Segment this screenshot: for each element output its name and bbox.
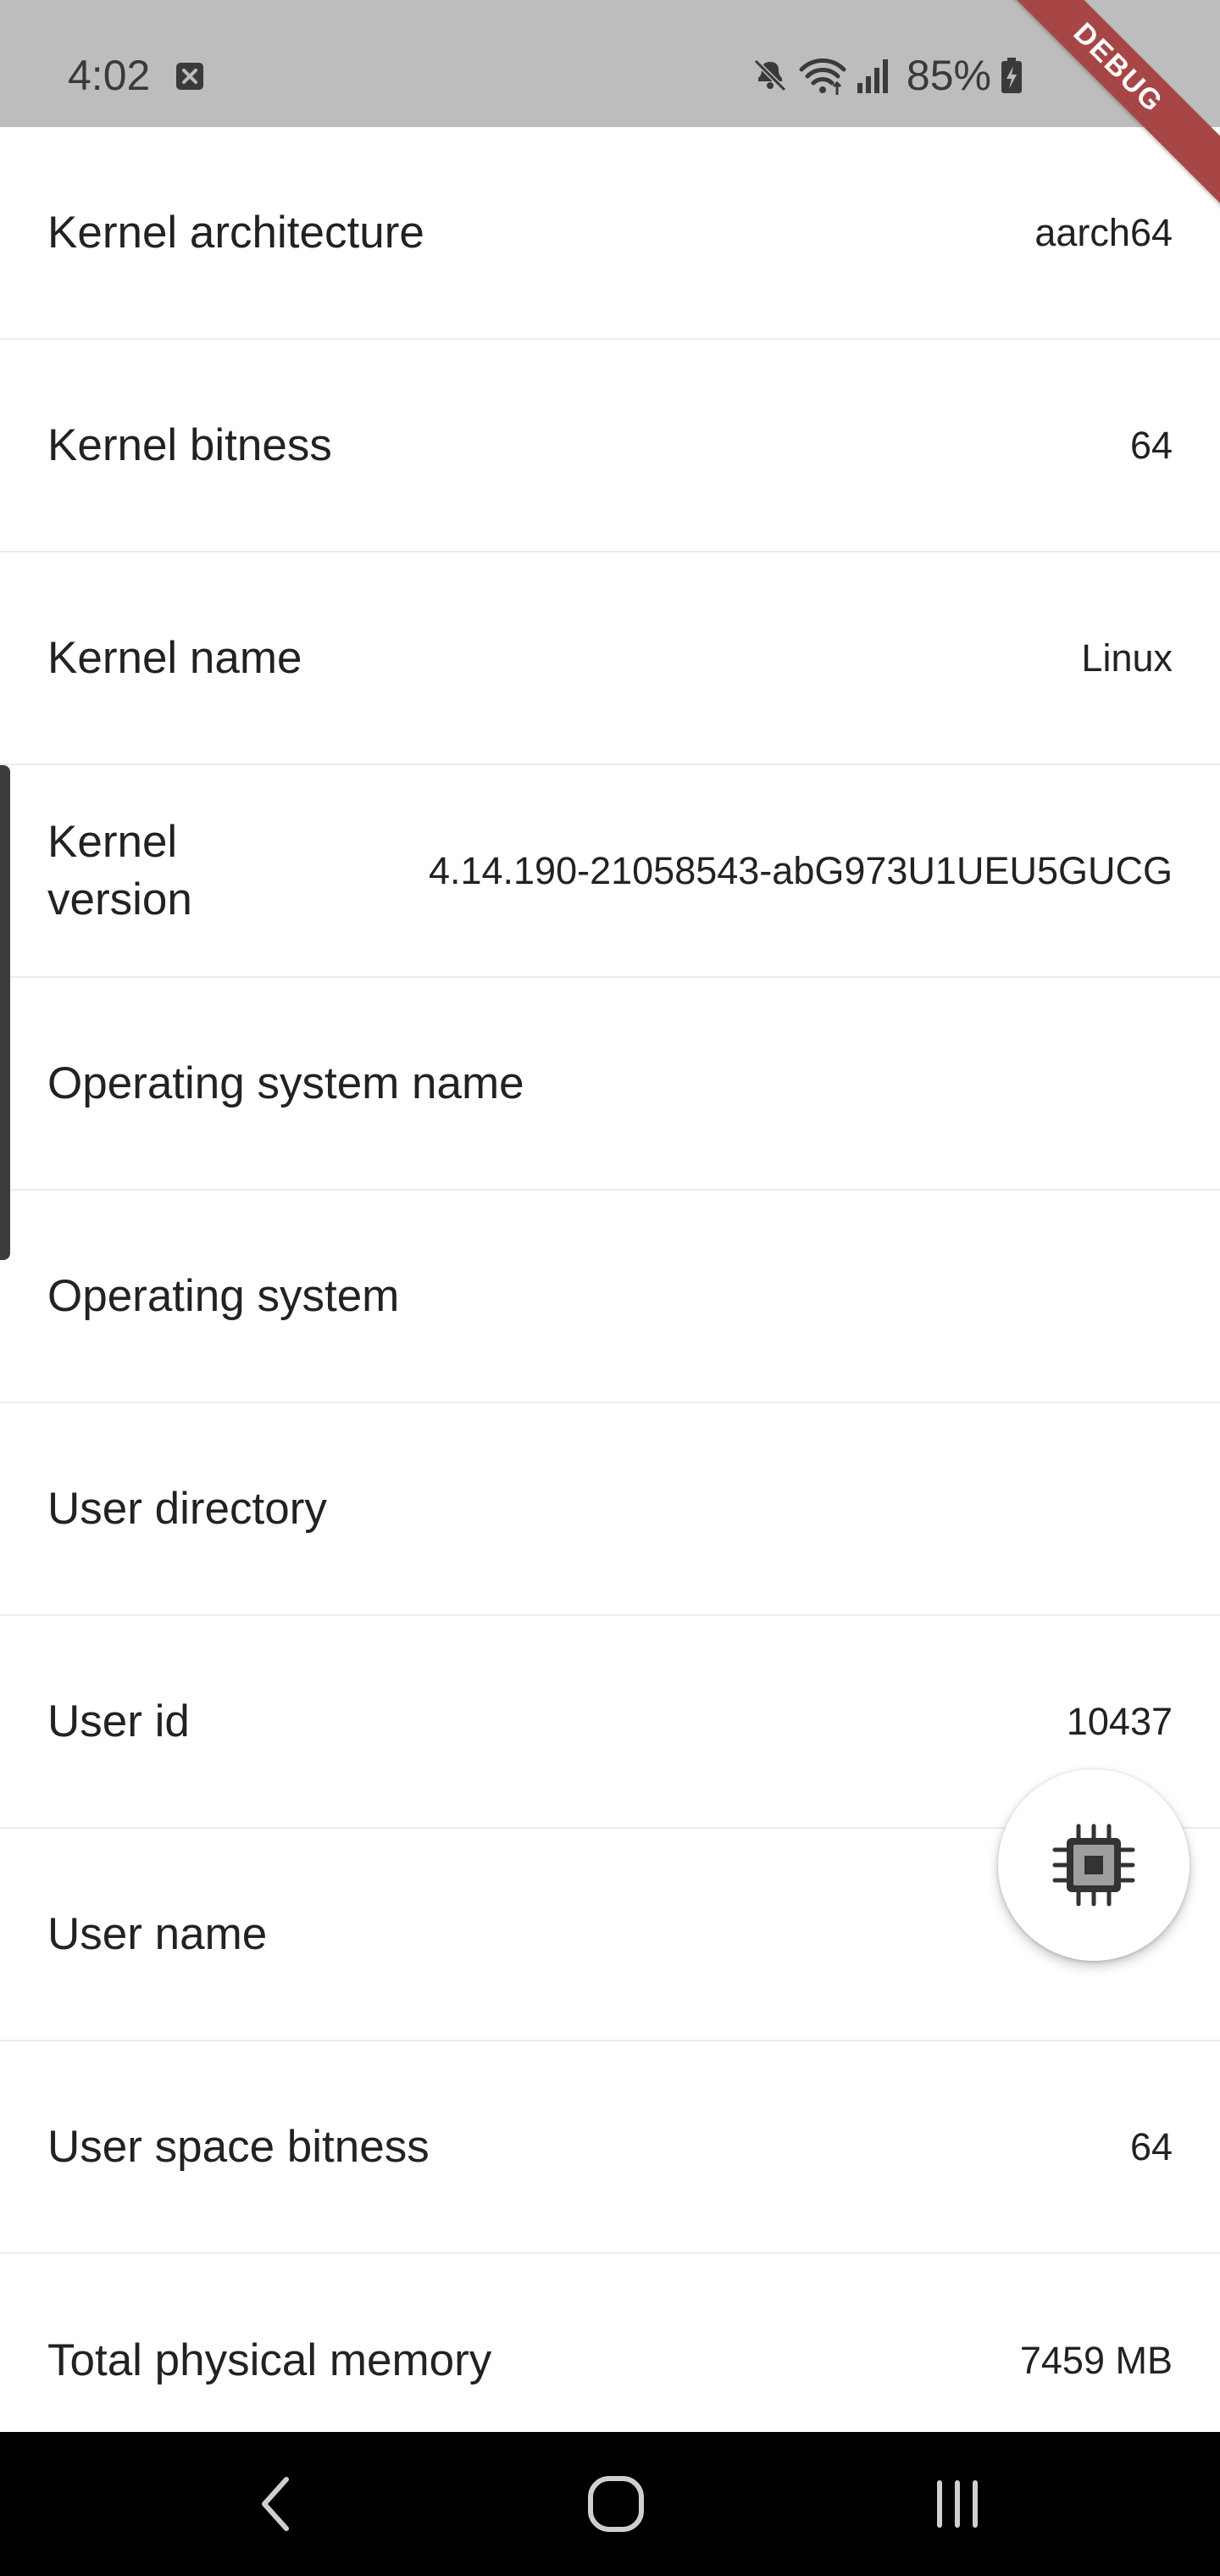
signal-icon [857,59,888,93]
wifi-icon [799,58,846,95]
cpu-fab-button[interactable] [998,1769,1190,1961]
row-value: 4.14.190-21058543-abG973U1UEU5GUCG [428,848,1173,892]
back-icon [262,2477,289,2531]
row-label: Kernel name [47,632,302,683]
list-item-user-directory: User directory [0,1403,1220,1616]
row-label: Operating system [47,1270,400,1321]
row-label: User space bitness [47,2121,430,2172]
row-label: Kernel bitness [47,419,332,470]
battery-percent: 85% [906,52,991,99]
row-label: User id [47,1696,190,1746]
row-label: Kernel version [47,816,192,924]
row-value: aarch64 [1034,210,1173,254]
row-value: 10437 [1066,1699,1173,1743]
row-value: Linux [1081,636,1173,680]
screen: 4:02 85% DEBUG Kernel architecture aarch… [0,0,1220,2576]
battery-charging-icon [1001,58,1022,93]
list-item-user-space-bitness: User space bitness 64 [0,2041,1220,2254]
list-item-kernel-version: Kernel version 4.14.190-21058543-abG973U… [0,765,1220,978]
row-value: 64 [1129,423,1173,467]
home-icon [588,2476,644,2532]
row-label: Total physical memory [47,2334,492,2385]
row-value: 64 [1129,2124,1173,2168]
row-label: User directory [47,1483,327,1534]
scrollbar-thumb[interactable] [0,765,10,1260]
info-list: Kernel architecture aarch64 Kernel bitne… [0,127,1220,2467]
list-item-operating-system: Operating system [0,1191,1220,1403]
list-item-kernel-bitness: Kernel bitness 64 [0,340,1220,552]
notification-x-icon [176,63,203,90]
recents-button[interactable] [915,2466,1000,2542]
row-label: Operating system name [47,1058,524,1108]
row-label: Kernel architecture [47,207,424,258]
recents-icon [937,2480,978,2528]
list-item-kernel-architecture: Kernel architecture aarch64 [0,127,1220,340]
list-item-kernel-name: Kernel name Linux [0,552,1220,765]
mute-icon [753,58,787,92]
cpu-chip-icon [1052,1824,1135,1907]
home-button[interactable] [574,2466,658,2542]
back-button[interactable] [233,2466,318,2542]
row-value: 7459 MB [1019,2338,1173,2382]
navigation-bar [0,2432,1220,2576]
list-item-operating-system-name: Operating system name [0,978,1220,1191]
status-icons: 85% [751,49,1023,102]
row-label: User name [47,1908,268,1959]
status-time: 4:02 [68,52,151,99]
